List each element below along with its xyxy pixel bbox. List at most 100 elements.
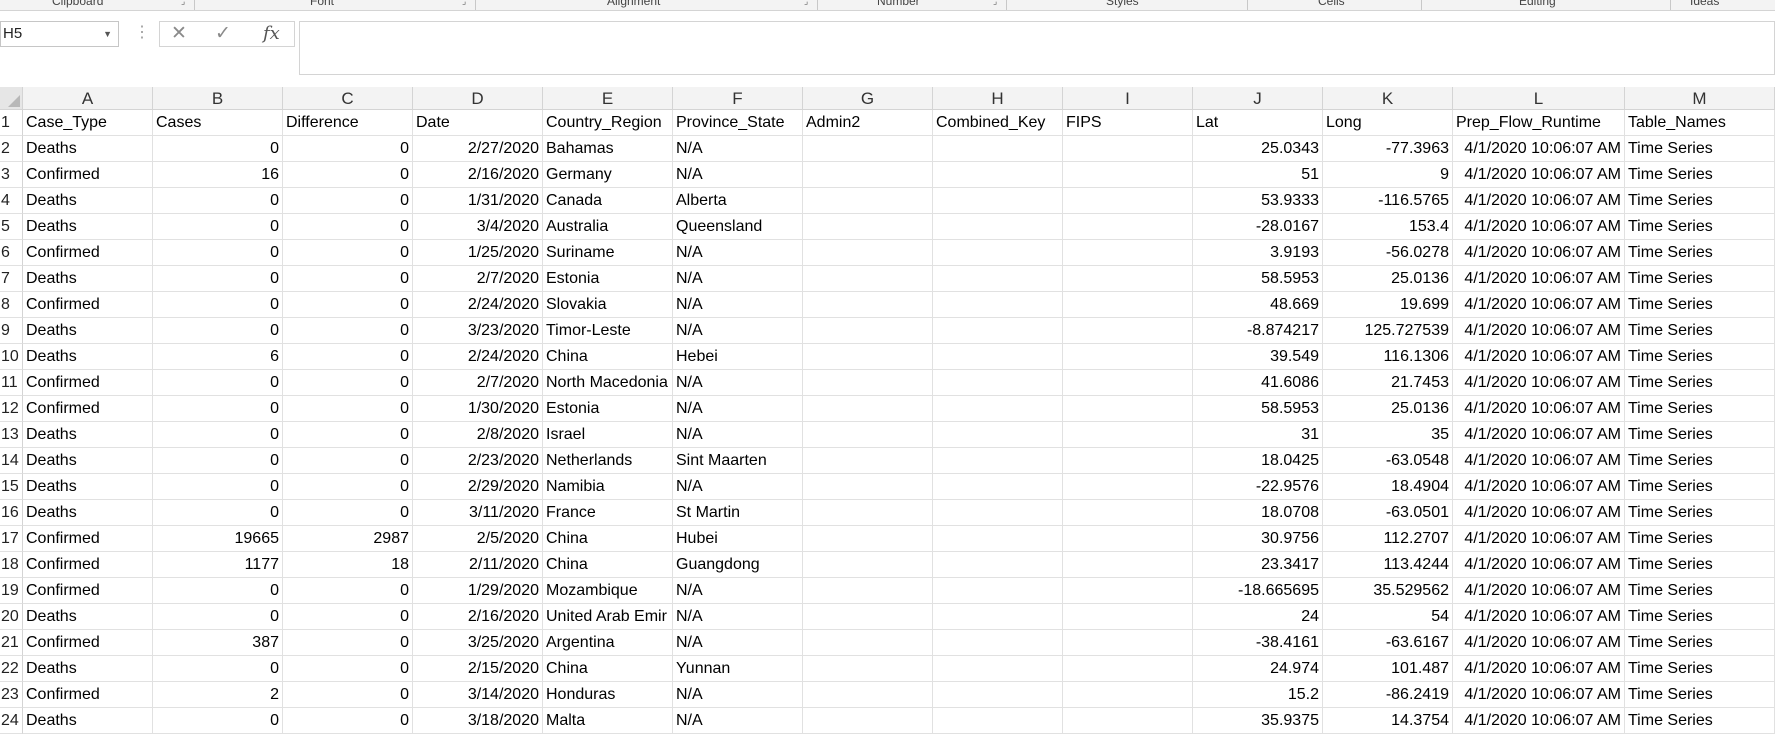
table-cell[interactable] xyxy=(933,162,1063,188)
table-cell[interactable]: Argentina xyxy=(543,630,673,656)
table-cell[interactable]: -63.0548 xyxy=(1323,448,1453,474)
table-cell[interactable] xyxy=(803,604,933,630)
name-box[interactable]: H5 ▼ xyxy=(0,21,119,47)
column-header-d[interactable]: D xyxy=(413,87,543,110)
table-cell[interactable]: 116.1306 xyxy=(1323,344,1453,370)
table-cell[interactable]: 4/1/2020 10:06:07 AM xyxy=(1453,448,1625,474)
table-cell[interactable] xyxy=(803,500,933,526)
table-cell[interactable] xyxy=(933,188,1063,214)
row-header[interactable]: 8 xyxy=(0,292,23,318)
table-cell[interactable] xyxy=(803,448,933,474)
table-cell[interactable]: 0 xyxy=(153,370,283,396)
table-cell[interactable]: 2/7/2020 xyxy=(413,370,543,396)
table-cell[interactable]: 6 xyxy=(153,344,283,370)
table-cell[interactable]: St Martin xyxy=(673,500,803,526)
table-cell[interactable]: 4/1/2020 10:06:07 AM xyxy=(1453,552,1625,578)
table-cell[interactable] xyxy=(933,682,1063,708)
table-cell[interactable]: 1177 xyxy=(153,552,283,578)
table-cell[interactable]: Time Series xyxy=(1625,604,1775,630)
table-cell[interactable] xyxy=(933,656,1063,682)
table-cell[interactable]: 4/1/2020 10:06:07 AM xyxy=(1453,604,1625,630)
table-cell[interactable] xyxy=(1063,240,1193,266)
table-cell[interactable]: 2/16/2020 xyxy=(413,162,543,188)
table-cell[interactable]: Time Series xyxy=(1625,162,1775,188)
table-cell[interactable]: 0 xyxy=(153,578,283,604)
table-cell[interactable]: Confirmed xyxy=(23,240,153,266)
table-cell[interactable]: 3/14/2020 xyxy=(413,682,543,708)
table-cell[interactable]: 0 xyxy=(153,136,283,162)
table-cell[interactable]: 0 xyxy=(283,422,413,448)
table-cell[interactable]: 0 xyxy=(283,136,413,162)
table-cell[interactable]: 0 xyxy=(283,630,413,656)
header-cell-h[interactable]: Combined_Key xyxy=(933,110,1063,136)
column-header-e[interactable]: E xyxy=(543,87,673,110)
table-cell[interactable] xyxy=(803,682,933,708)
table-cell[interactable] xyxy=(933,318,1063,344)
row-header[interactable]: 4 xyxy=(0,188,23,214)
table-cell[interactable] xyxy=(1063,188,1193,214)
table-cell[interactable] xyxy=(803,552,933,578)
row-header[interactable]: 12 xyxy=(0,396,23,422)
table-cell[interactable]: 0 xyxy=(283,708,413,734)
table-cell[interactable]: Confirmed xyxy=(23,682,153,708)
table-cell[interactable] xyxy=(1063,500,1193,526)
table-cell[interactable]: Confirmed xyxy=(23,292,153,318)
table-cell[interactable] xyxy=(933,448,1063,474)
alignment-launcher-icon[interactable]: ⌟ xyxy=(804,0,808,7)
table-cell[interactable]: Guangdong xyxy=(673,552,803,578)
table-cell[interactable]: Deaths xyxy=(23,344,153,370)
table-cell[interactable]: Australia xyxy=(543,214,673,240)
table-cell[interactable]: Deaths xyxy=(23,188,153,214)
table-cell[interactable]: Alberta xyxy=(673,188,803,214)
table-cell[interactable]: 2/16/2020 xyxy=(413,604,543,630)
table-cell[interactable]: 16 xyxy=(153,162,283,188)
column-header-a[interactable]: A xyxy=(23,87,153,110)
row-header[interactable]: 21 xyxy=(0,630,23,656)
table-cell[interactable]: Deaths xyxy=(23,708,153,734)
table-cell[interactable]: Slovakia xyxy=(543,292,673,318)
table-cell[interactable] xyxy=(803,422,933,448)
table-cell[interactable]: 0 xyxy=(153,604,283,630)
table-cell[interactable]: 35 xyxy=(1323,422,1453,448)
row-header[interactable]: 22 xyxy=(0,656,23,682)
row-header[interactable]: 16 xyxy=(0,500,23,526)
table-cell[interactable]: 4/1/2020 10:06:07 AM xyxy=(1453,240,1625,266)
table-cell[interactable]: 0 xyxy=(283,448,413,474)
row-header[interactable]: 13 xyxy=(0,422,23,448)
table-cell[interactable] xyxy=(1063,630,1193,656)
table-cell[interactable]: 0 xyxy=(283,474,413,500)
chevron-down-icon[interactable]: ▼ xyxy=(103,22,112,46)
table-cell[interactable]: 0 xyxy=(283,292,413,318)
row-header[interactable]: 1 xyxy=(0,110,23,136)
table-cell[interactable]: 4/1/2020 10:06:07 AM xyxy=(1453,136,1625,162)
row-header[interactable]: 7 xyxy=(0,266,23,292)
table-cell[interactable] xyxy=(1063,708,1193,734)
row-header[interactable]: 18 xyxy=(0,552,23,578)
table-cell[interactable] xyxy=(933,630,1063,656)
table-cell[interactable]: 4/1/2020 10:06:07 AM xyxy=(1453,578,1625,604)
table-cell[interactable] xyxy=(1063,422,1193,448)
table-cell[interactable]: N/A xyxy=(673,422,803,448)
table-cell[interactable]: -86.2419 xyxy=(1323,682,1453,708)
table-cell[interactable]: N/A xyxy=(673,604,803,630)
row-header[interactable]: 6 xyxy=(0,240,23,266)
table-cell[interactable]: 35.529562 xyxy=(1323,578,1453,604)
table-cell[interactable]: China xyxy=(543,552,673,578)
table-cell[interactable]: 4/1/2020 10:06:07 AM xyxy=(1453,214,1625,240)
table-cell[interactable]: Time Series xyxy=(1625,396,1775,422)
table-cell[interactable]: -18.665695 xyxy=(1193,578,1323,604)
table-cell[interactable] xyxy=(1063,214,1193,240)
table-cell[interactable] xyxy=(933,240,1063,266)
table-cell[interactable]: Time Series xyxy=(1625,266,1775,292)
table-cell[interactable]: 0 xyxy=(283,370,413,396)
table-cell[interactable] xyxy=(933,266,1063,292)
table-cell[interactable]: Deaths xyxy=(23,422,153,448)
table-cell[interactable]: 4/1/2020 10:06:07 AM xyxy=(1453,708,1625,734)
column-header-i[interactable]: I xyxy=(1063,87,1193,110)
row-header[interactable]: 11 xyxy=(0,370,23,396)
table-cell[interactable] xyxy=(1063,396,1193,422)
table-cell[interactable] xyxy=(933,708,1063,734)
table-cell[interactable]: 3/18/2020 xyxy=(413,708,543,734)
table-cell[interactable]: 18.0708 xyxy=(1193,500,1323,526)
table-cell[interactable]: Time Series xyxy=(1625,630,1775,656)
